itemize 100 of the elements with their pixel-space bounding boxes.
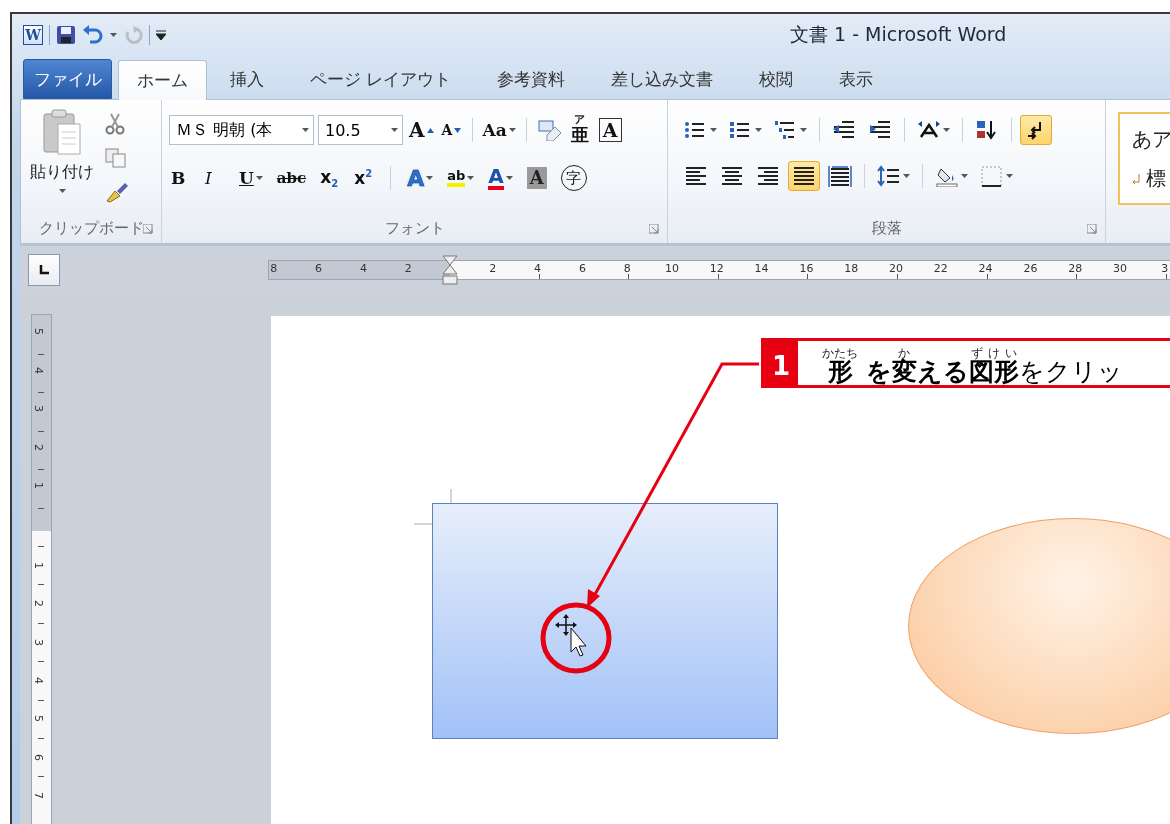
move-cursor-icon xyxy=(555,614,587,657)
style-gallery-item[interactable]: あア 標 xyxy=(1118,112,1170,205)
caret-icon xyxy=(508,128,516,132)
ruler-number: 10 xyxy=(665,261,679,275)
file-tab[interactable]: ファイル xyxy=(23,59,112,99)
ruler-number: 6 xyxy=(32,753,45,761)
ruler-number: 6 xyxy=(315,261,323,275)
undo-dropdown-button[interactable] xyxy=(110,33,117,37)
ribbon-tab[interactable]: 参考資料 xyxy=(474,59,589,99)
ruler-number: 8 xyxy=(270,261,278,275)
borders-icon xyxy=(980,165,1004,187)
paste-button[interactable]: 貼り付け xyxy=(21,100,103,213)
bold-button[interactable]: B xyxy=(169,164,193,192)
change-case-button[interactable]: Aa xyxy=(480,116,518,144)
app-icon[interactable]: W xyxy=(23,25,43,45)
ruler-number: 5 xyxy=(32,715,45,723)
caret-icon xyxy=(961,174,968,178)
font-size-field[interactable]: 10.5 xyxy=(318,115,403,145)
window-title: 文書 1 - Microsoft Word xyxy=(790,22,1008,47)
caret-icon xyxy=(1006,174,1013,178)
ruler-number: 20 xyxy=(889,261,903,275)
dialog-launcher-icon[interactable] xyxy=(1087,224,1097,234)
clipboard-icon xyxy=(42,108,82,156)
dialog-launcher-icon[interactable] xyxy=(143,224,153,234)
font-name-field[interactable]: ＭＳ 明朝 (本 xyxy=(169,115,314,145)
customize-toolbar-button[interactable] xyxy=(156,30,166,40)
font-color-button[interactable]: A xyxy=(486,164,515,192)
ruler-number: 2 xyxy=(32,600,45,608)
ruler-number: 2 xyxy=(404,261,412,275)
underline-button[interactable]: U xyxy=(237,164,265,192)
subscript-button[interactable]: x$_{2}$ xyxy=(318,164,343,192)
grow-font-button[interactable]: A xyxy=(407,116,436,144)
ruler-number: 7 xyxy=(32,791,45,799)
up-triangle-icon xyxy=(426,127,434,133)
caret-icon xyxy=(943,128,950,132)
ruler-number: 14 xyxy=(754,261,769,275)
ruler-number: 8 xyxy=(623,261,631,275)
caret-icon xyxy=(467,176,475,180)
tab-selector-button[interactable] xyxy=(28,253,60,286)
phonetic-guide-button[interactable]: 亜 ア xyxy=(568,116,593,144)
caret-icon xyxy=(391,128,398,132)
superscript-button[interactable]: x$^{2}$ xyxy=(352,164,377,192)
character-shading-button[interactable]: A xyxy=(524,164,549,192)
justify-icon xyxy=(792,165,816,187)
caret-icon xyxy=(710,128,717,132)
redo-icon xyxy=(123,25,143,45)
caret-icon xyxy=(302,128,309,132)
italic-button[interactable]: I xyxy=(203,164,227,192)
return-mark-icon xyxy=(1132,173,1140,184)
ruler-number: 22 xyxy=(933,261,948,275)
ribbon-tab[interactable]: ページ レイアウト xyxy=(287,59,475,99)
ribbon-tab[interactable]: 挿入 xyxy=(207,59,287,99)
ruler-number: 6 xyxy=(578,261,586,275)
caret-icon xyxy=(110,33,117,37)
highlight-button[interactable]: ab xyxy=(445,164,477,192)
align-left-icon xyxy=(684,165,708,187)
indent-marker[interactable] xyxy=(442,254,458,285)
caret-icon xyxy=(903,174,910,178)
ruler-number: 30 xyxy=(1113,261,1127,275)
group-label: クリップボード xyxy=(38,218,144,238)
shrink-font-button[interactable]: A xyxy=(439,116,464,144)
show-marks-button[interactable] xyxy=(1020,115,1052,145)
ruler-number: 4 xyxy=(534,261,542,275)
caret-icon xyxy=(755,128,762,132)
caret-icon xyxy=(58,189,66,193)
caret-icon xyxy=(800,128,807,132)
center-icon xyxy=(720,165,744,187)
left-tab-icon xyxy=(39,264,49,275)
ruler-number: 2 xyxy=(489,261,497,275)
ribbon-tab[interactable]: ホーム xyxy=(118,60,207,100)
ruler-number: 26 xyxy=(1023,261,1038,275)
scissors-icon xyxy=(105,113,125,135)
undo-icon xyxy=(82,25,104,45)
undo-button[interactable] xyxy=(82,25,104,45)
ribbon-tab[interactable]: 差し込み文書 xyxy=(588,59,737,99)
eraser-icon xyxy=(536,119,563,141)
ribbon-tab[interactable]: 表示 xyxy=(816,59,897,99)
character-border-button[interactable]: A xyxy=(596,116,624,144)
justify-button[interactable] xyxy=(788,161,820,191)
ruler-number: 28 xyxy=(1068,261,1083,275)
align-right-icon xyxy=(756,165,780,187)
line-spacing-icon xyxy=(877,165,901,187)
ruler-number: 3 xyxy=(32,638,45,646)
strikethrough-button[interactable]: abc xyxy=(274,164,309,192)
ruler-number: 1 xyxy=(32,562,45,569)
distribute-icon xyxy=(828,165,852,187)
save-button[interactable] xyxy=(56,25,76,45)
decrease-indent-icon xyxy=(832,119,856,141)
paintbrush-icon xyxy=(105,181,129,203)
copy-icon xyxy=(105,148,127,168)
ruler-number: 12 xyxy=(709,261,724,275)
instruction-text: 形 かたち を変 か える図形 ずけい をクリッ xyxy=(821,345,1123,385)
dialog-launcher-icon[interactable] xyxy=(649,224,659,234)
ruler-number: 18 xyxy=(844,261,859,275)
sort-icon xyxy=(975,119,999,141)
vertical-ruler[interactable]: 5 4 3 2 1 1 2 3 4 5 6 7 xyxy=(31,314,52,824)
text-effects-button[interactable]: A xyxy=(405,164,436,192)
caret-icon xyxy=(505,176,513,180)
ribbon-tab[interactable]: 校閲 xyxy=(736,59,817,99)
ruler-number: 5 xyxy=(32,328,45,335)
